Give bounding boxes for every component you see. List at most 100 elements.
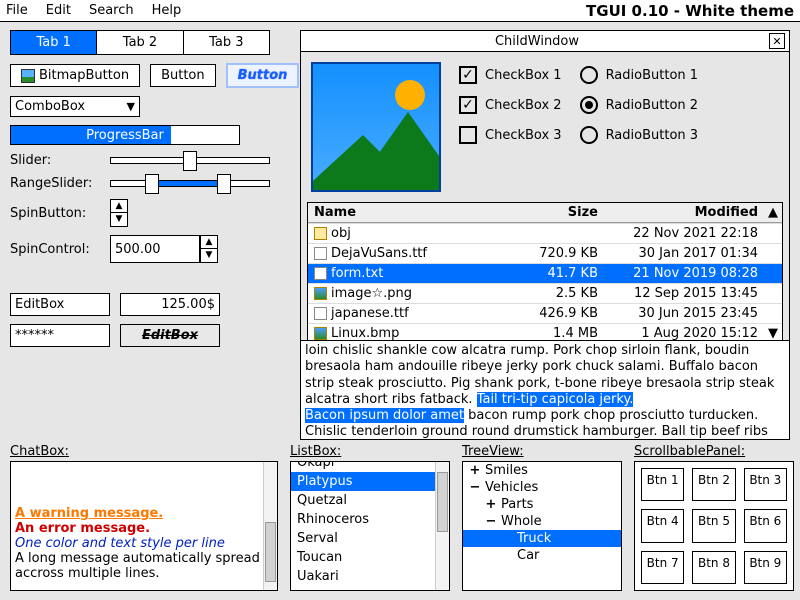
close-icon[interactable]: ✕ xyxy=(769,33,785,49)
file-row[interactable]: image☆.png2.5 KB12 Sep 2015 13:45 xyxy=(308,283,782,303)
panel-button[interactable]: Btn 7 xyxy=(641,551,684,584)
file-size: 2.5 KB xyxy=(524,284,604,303)
checkbox-2-label: CheckBox 2 xyxy=(485,98,562,113)
combobox[interactable]: ComboBox ▼ xyxy=(10,96,140,117)
chatbox[interactable]: A warning message. An error message. One… xyxy=(10,461,278,591)
scroll-down-icon[interactable] xyxy=(764,244,782,263)
chevron-down-icon: ▼ xyxy=(127,100,135,113)
col-modified[interactable]: Modified xyxy=(604,203,764,222)
scroll-down-icon[interactable] xyxy=(764,304,782,323)
tab-2[interactable]: Tab 2 xyxy=(97,31,183,54)
listbox[interactable]: OkapiPlatypusQuetzalRhinocerosServalTouc… xyxy=(290,461,450,591)
spin-down-icon[interactable]: ▼ xyxy=(111,213,127,226)
tree-node[interactable]: Truck xyxy=(463,530,621,547)
spin-button[interactable]: ▲▼ xyxy=(110,199,128,227)
checkbox-3[interactable] xyxy=(459,126,477,144)
panel-button[interactable]: Btn 3 xyxy=(744,468,787,501)
spin-control[interactable]: ▲▼ xyxy=(110,235,218,263)
scroll-down-icon[interactable] xyxy=(764,264,782,283)
panel-button[interactable]: Btn 9 xyxy=(744,551,787,584)
file-row[interactable]: form.txt41.7 KB21 Nov 2019 08:28 xyxy=(308,263,782,283)
slider-thumb[interactable] xyxy=(183,151,197,171)
menu-search[interactable]: Search xyxy=(89,3,134,18)
list-item[interactable]: Serval xyxy=(291,529,449,548)
panel-button[interactable]: Btn 1 xyxy=(641,468,684,501)
scrollable-panel[interactable]: Btn 1Btn 2 Btn 3 Btn 4Btn 5 Btn 6 Btn 7Btn 8… xyxy=(634,461,794,591)
tree-node-label: Vehicles xyxy=(485,480,538,495)
textarea[interactable]: loin chislic shankle cow alcatra rump. P… xyxy=(300,340,790,440)
panel-button[interactable]: Btn 2 xyxy=(692,468,735,501)
menu-file[interactable]: File xyxy=(6,3,28,18)
file-icon xyxy=(314,267,327,280)
menu-edit[interactable]: Edit xyxy=(46,3,71,18)
editbox-money[interactable] xyxy=(120,293,220,316)
progress-label: ProgressBar xyxy=(11,126,239,144)
plain-button[interactable]: Button xyxy=(150,64,216,87)
checkbox-2[interactable]: ✓ xyxy=(459,96,477,114)
spinctrl-down-icon[interactable]: ▼ xyxy=(201,249,217,262)
expand-icon[interactable]: − xyxy=(485,514,497,529)
radio-1[interactable] xyxy=(580,66,598,84)
checkbox-1-label: CheckBox 1 xyxy=(485,68,562,83)
file-row[interactable]: DejaVuSans.ttf720.9 KB30 Jan 2017 01:34 xyxy=(308,243,782,263)
file-name: DejaVuSans.ttf xyxy=(331,246,427,261)
checkbox-1[interactable]: ✓ xyxy=(459,66,477,84)
list-item[interactable]: Rhinoceros xyxy=(291,510,449,529)
expand-icon[interactable]: − xyxy=(469,480,481,495)
tree-label: TreeView: xyxy=(462,444,622,459)
list-item[interactable]: Uakari xyxy=(291,567,449,586)
styled-button[interactable]: Button xyxy=(226,63,300,88)
file-size: 426.9 KB xyxy=(524,304,604,323)
tree-node[interactable]: Car xyxy=(463,547,621,564)
panel-button[interactable]: Btn 8 xyxy=(692,551,735,584)
chatbox-label: ChatBox: xyxy=(10,444,278,459)
range-thumb-low[interactable] xyxy=(145,174,159,194)
scroll-up-icon[interactable]: ▲ xyxy=(764,203,782,222)
range-thumb-high[interactable] xyxy=(217,174,231,194)
file-row[interactable]: japanese.ttf426.9 KB30 Jun 2015 23:45 xyxy=(308,303,782,323)
range-label: RangeSlider: xyxy=(10,176,100,191)
radio-2[interactable] xyxy=(580,96,598,114)
file-listview[interactable]: Name Size Modified ▲ obj22 Nov 2021 22:1… xyxy=(307,202,783,344)
expand-icon[interactable]: + xyxy=(469,463,481,478)
progress-bar: ProgressBar xyxy=(10,125,240,145)
tab-1[interactable]: Tab 1 xyxy=(11,31,97,54)
col-size[interactable]: Size xyxy=(524,203,604,222)
child-window: ChildWindow ✕ ✓CheckBox 1 ✓CheckBox 2 Ch… xyxy=(300,30,790,351)
editbox[interactable] xyxy=(10,293,110,316)
spinctrl-up-icon[interactable]: ▲ xyxy=(201,236,217,249)
list-item[interactable]: Platypus xyxy=(291,472,449,491)
file-row[interactable]: obj22 Nov 2021 22:18 xyxy=(308,223,782,243)
tab-3[interactable]: Tab 3 xyxy=(184,31,269,54)
list-item[interactable]: Quetzal xyxy=(291,491,449,510)
list-item[interactable]: Okapi xyxy=(291,461,449,472)
tree-node[interactable]: −Vehicles xyxy=(463,479,621,496)
tree-node-label: Parts xyxy=(501,497,533,512)
panel-button[interactable]: Btn 6 xyxy=(744,509,787,542)
list-item[interactable]: Toucan xyxy=(291,548,449,567)
spin-control-input[interactable] xyxy=(110,235,200,263)
chat-line: One color and text style per line xyxy=(15,536,273,551)
file-name: obj xyxy=(331,226,351,241)
scroll-down-icon[interactable] xyxy=(764,224,782,243)
file-modified: 30 Jan 2017 01:34 xyxy=(604,244,764,263)
scroll-down-icon[interactable] xyxy=(764,284,782,303)
spin-up-icon[interactable]: ▲ xyxy=(111,200,127,213)
picture xyxy=(311,62,441,192)
tree-node-label: Whole xyxy=(501,514,542,529)
menu-help[interactable]: Help xyxy=(152,3,182,18)
expand-icon[interactable]: + xyxy=(485,497,497,512)
range-slider[interactable] xyxy=(110,180,270,187)
radio-3[interactable] xyxy=(580,126,598,144)
panel-button[interactable]: Btn 5 xyxy=(692,509,735,542)
editbox-disabled xyxy=(120,324,220,347)
panel-button[interactable]: Btn 4 xyxy=(641,509,684,542)
col-name[interactable]: Name xyxy=(308,203,524,222)
tree-node[interactable]: +Smiles xyxy=(463,462,621,479)
slider[interactable] xyxy=(110,157,270,164)
editbox-password[interactable] xyxy=(10,324,110,347)
treeview[interactable]: +Smiles−Vehicles+Parts−WholeTruckCar xyxy=(462,461,622,591)
bitmap-button[interactable]: BitmapButton xyxy=(10,64,140,87)
tree-node[interactable]: + Parts xyxy=(463,496,621,513)
tree-node[interactable]: −Whole xyxy=(463,513,621,530)
